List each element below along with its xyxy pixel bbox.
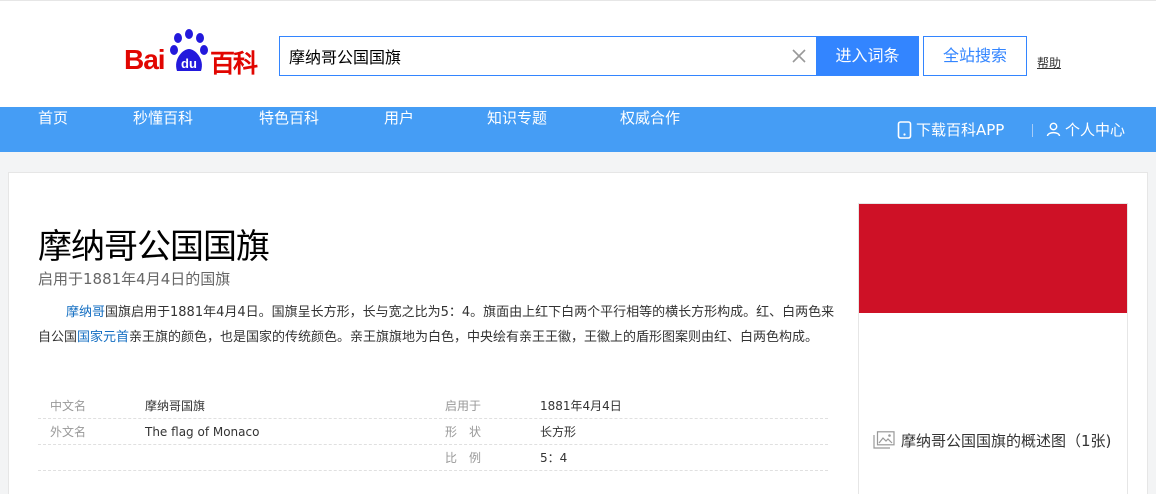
- main-nav: 首页 秒懂百科 特色百科 用户 知识专题 权威合作 下载百科APP 个人中心: [0, 107, 1156, 152]
- image-icon: [873, 431, 895, 449]
- info-value: 5：4: [540, 451, 568, 465]
- info-key: 形 状: [445, 425, 482, 439]
- info-key: 比 例: [445, 451, 482, 465]
- enter-entry-button[interactable]: 进入词条: [816, 36, 919, 76]
- search-input[interactable]: [280, 37, 780, 75]
- help-link[interactable]: 帮助: [1037, 54, 1061, 71]
- nav-divider: [1032, 124, 1033, 137]
- personal-center-label: 个人中心: [1065, 121, 1126, 139]
- download-app-link[interactable]: 下载百科APP: [897, 107, 1004, 152]
- page-subtitle: 启用于1881年4月4日的国旗: [38, 270, 231, 288]
- user-icon: [1046, 122, 1061, 137]
- flag-image-red-band[interactable]: [859, 204, 1127, 313]
- info-value: 长方形: [540, 425, 577, 439]
- info-value: The flag of Monaco: [145, 425, 260, 439]
- lemma-summary: 摩纳哥国旗启用于1881年4月4日。国旗呈长方形，长与宽之比为5：4。旗面由上红…: [38, 300, 838, 350]
- logo-baike-text: 百科: [210, 49, 258, 78]
- info-row: 外文名 The flag of Monaco 形 状 长方形: [38, 419, 828, 445]
- info-row: 中文名 摩纳哥国旗 启用于 1881年4月4日: [38, 393, 828, 419]
- summary-text-2: 亲王旗的颜色，也是国家的传统颜色。亲王旗旗地为白色，中央绘有亲王王徽，王徽上的盾…: [129, 330, 819, 345]
- article-container: 摩纳哥公国国旗 启用于1881年4月4日的国旗 摩纳哥国旗启用于1881年4月4…: [8, 172, 1148, 494]
- image-caption-text: 摩纳哥公国国旗的概述图（1张): [901, 432, 1112, 450]
- info-value: 摩纳哥国旗: [145, 399, 206, 413]
- header: Bai du 百科 进入词条 全站搜索 帮助: [0, 0, 1156, 107]
- link-monaco[interactable]: 摩纳哥: [66, 305, 105, 320]
- page-title: 摩纳哥公国国旗: [38, 227, 270, 267]
- info-key: 中文名: [50, 399, 87, 413]
- nav-item-users[interactable]: 用户: [384, 107, 414, 152]
- site-search-button[interactable]: 全站搜索: [923, 36, 1027, 76]
- nav-item-featured-baike[interactable]: 特色百科: [259, 107, 319, 152]
- image-caption-link[interactable]: 摩纳哥公国国旗的概述图（1张): [873, 430, 1121, 453]
- phone-icon: [897, 120, 912, 139]
- personal-center-link[interactable]: 个人中心: [1046, 107, 1125, 152]
- baidu-baike-logo[interactable]: Bai du 百科: [124, 27, 262, 78]
- summary-paragraph: 摩纳哥国旗启用于1881年4月4日。国旗呈长方形，长与宽之比为5：4。旗面由上红…: [38, 300, 838, 350]
- logo-bai-text: Bai: [124, 44, 166, 75]
- flag-image-white-band[interactable]: [859, 313, 1127, 422]
- summary-image-panel: 摩纳哥公国国旗的概述图（1张): [858, 203, 1128, 494]
- download-app-label: 下载百科APP: [916, 121, 1005, 139]
- info-row: 比 例 5：4: [38, 445, 828, 471]
- close-icon[interactable]: [791, 48, 807, 64]
- logo-du-text: du: [181, 56, 197, 71]
- nav-item-video-baike[interactable]: 秒懂百科: [133, 107, 193, 152]
- info-key: 外文名: [50, 425, 87, 439]
- info-key: 启用于: [445, 399, 482, 413]
- nav-item-home[interactable]: 首页: [38, 107, 68, 152]
- nav-item-authority-cooperation[interactable]: 权威合作: [620, 107, 680, 152]
- paw-icon: du: [170, 29, 208, 71]
- link-head-of-state[interactable]: 国家元首: [77, 330, 129, 345]
- search-box: [279, 36, 816, 76]
- nav-item-knowledge-topics[interactable]: 知识专题: [487, 107, 547, 152]
- info-value: 1881年4月4日: [540, 399, 622, 413]
- basic-info-table: 中文名 摩纳哥国旗 启用于 1881年4月4日 外文名 The flag of …: [38, 393, 828, 471]
